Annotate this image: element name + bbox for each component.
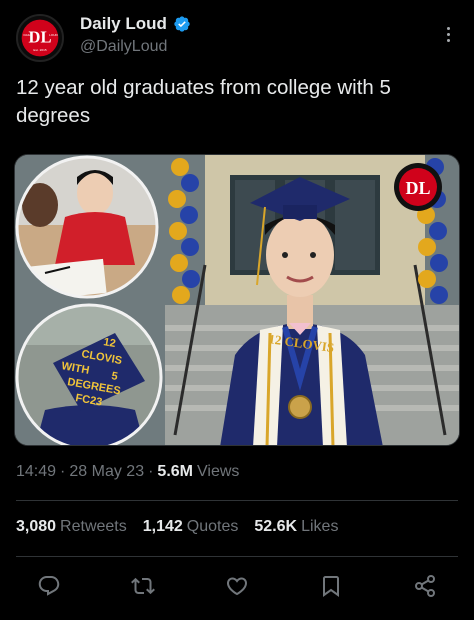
author-handle[interactable]: @DailyLoud [80,38,167,56]
author-avatar[interactable]: DL DAILY LOUD Est. 2015 [16,14,64,62]
quotes-stat[interactable]: 1,142 Quotes [143,518,239,536]
svg-text:12: 12 [102,336,116,350]
meta-separator: · [60,463,66,480]
divider [16,500,458,501]
daily-loud-logo: DL DAILY LOUD Est. 2015 [18,16,62,60]
verified-badge-icon [173,15,191,33]
tweet-meta: 14:49 · 28 May 23 · 5.6M Views [16,463,239,481]
tweet-stats: 3,080 Retweets 1,142 Quotes 52.6K Likes [16,518,338,536]
tweet-time[interactable]: 14:49 [16,463,56,481]
bookmark-icon[interactable] [318,573,344,599]
retweets-count: 3,080 [16,518,57,535]
retweet-icon[interactable] [130,573,156,599]
author-display-name[interactable]: Daily Loud [80,14,167,34]
graduation-photo: 12 CLOVIS 12 CLOVIS WITH 5 DEGREES FC23 [15,155,459,445]
more-icon[interactable] [438,22,458,46]
tweet-action-bar [16,566,458,606]
quotes-label: Quotes [186,518,239,535]
likes-stat[interactable]: 52.6K Likes [254,518,338,536]
likes-count: 52.6K [254,518,298,535]
views-count: 5.6M [157,463,193,480]
svg-text:DL: DL [405,178,430,198]
tweet-text: 12 year old graduates from college with … [16,76,391,127]
daily-loud-watermark: DL [394,163,442,211]
heart-icon[interactable] [224,573,250,599]
tweet-header: DL DAILY LOUD Est. 2015 Daily Loud @Dail… [16,12,458,68]
divider [16,556,458,557]
quotes-count: 1,142 [142,518,183,535]
retweets-label: Retweets [60,518,127,535]
tweet-date[interactable]: 28 May 23 [69,463,144,481]
likes-label: Likes [301,518,339,535]
svg-text:DAILY: DAILY [24,33,33,37]
svg-text:LOUD: LOUD [49,33,58,37]
views-label: Views [197,463,240,480]
share-icon[interactable] [412,573,438,599]
retweets-stat[interactable]: 3,080 Retweets [16,518,127,536]
meta-separator: · [148,463,154,480]
reply-icon[interactable] [36,573,62,599]
tweet-media-image[interactable]: 12 CLOVIS 12 CLOVIS WITH 5 DEGREES FC23 [14,154,460,446]
svg-text:Est. 2015: Est. 2015 [33,48,46,52]
